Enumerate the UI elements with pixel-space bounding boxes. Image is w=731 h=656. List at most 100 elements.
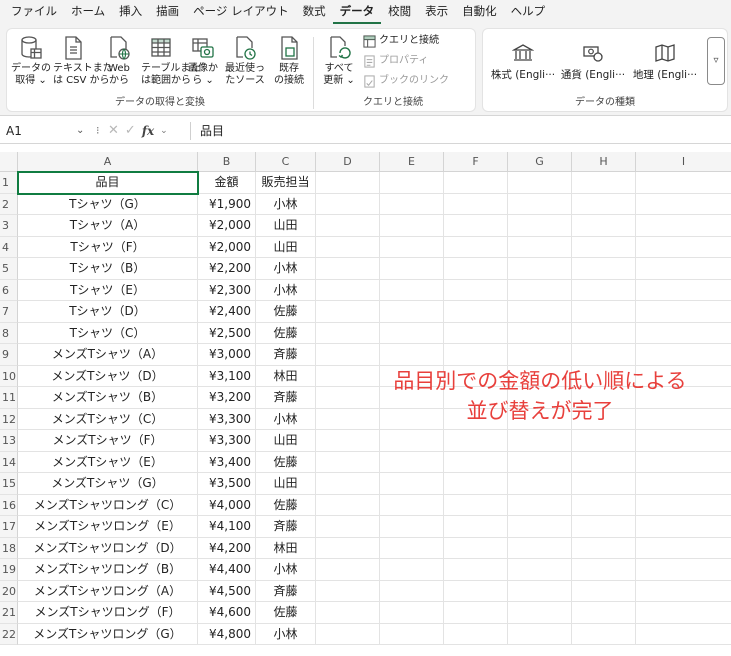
- table-cell[interactable]: [380, 623, 444, 645]
- table-cell[interactable]: 佐藤: [256, 451, 316, 473]
- table-cell[interactable]: [444, 516, 508, 538]
- column-header-F[interactable]: F: [444, 152, 508, 172]
- tab-5[interactable]: 数式: [296, 0, 333, 24]
- table-cell[interactable]: [636, 323, 731, 344]
- tab-9[interactable]: 自動化: [455, 0, 504, 24]
- table-cell[interactable]: [636, 430, 731, 452]
- table-cell[interactable]: [508, 580, 572, 602]
- insert-function-icon[interactable]: fx: [142, 121, 154, 141]
- table-cell[interactable]: [508, 623, 572, 645]
- column-header-E[interactable]: E: [380, 152, 444, 172]
- table-cell[interactable]: [636, 452, 731, 473]
- table-cell[interactable]: 佐藤: [256, 602, 316, 624]
- table-cell[interactable]: [444, 537, 508, 559]
- table-cell[interactable]: [444, 279, 508, 301]
- table-cell[interactable]: Tシャツ（G）: [18, 193, 198, 215]
- table-cell[interactable]: [508, 301, 572, 323]
- table-cell[interactable]: [444, 215, 508, 237]
- table-cell[interactable]: Tシャツ（D）: [18, 301, 198, 323]
- row-header-19[interactable]: 19: [0, 559, 18, 581]
- table-cell[interactable]: メンズTシャツロング（B）: [18, 559, 198, 581]
- table-cell[interactable]: [380, 473, 444, 495]
- table-cell[interactable]: [508, 322, 572, 344]
- table-cell[interactable]: [508, 494, 572, 516]
- table-cell[interactable]: メンズTシャツロング（E）: [18, 516, 198, 538]
- column-header-I[interactable]: I: [636, 152, 731, 172]
- table-cell[interactable]: [508, 537, 572, 559]
- table-cell[interactable]: [316, 473, 380, 495]
- table-cell[interactable]: メンズTシャツ（B）: [18, 387, 198, 409]
- row-header-21[interactable]: 21: [0, 602, 18, 624]
- table-cell[interactable]: ¥3,200: [198, 387, 256, 409]
- row-header-17[interactable]: 17: [0, 516, 18, 538]
- table-cell[interactable]: [572, 623, 636, 645]
- table-cell[interactable]: [444, 258, 508, 280]
- table-cell[interactable]: [444, 344, 508, 366]
- header-cell[interactable]: [444, 172, 508, 194]
- table-cell[interactable]: [444, 451, 508, 473]
- table-cell[interactable]: ¥2,200: [198, 258, 256, 280]
- table-cell[interactable]: 小林: [256, 279, 316, 301]
- table-cell[interactable]: [636, 581, 731, 602]
- header-cell[interactable]: [316, 172, 380, 194]
- row-header-9[interactable]: 9: [0, 344, 18, 366]
- table-cell[interactable]: [572, 494, 636, 516]
- column-header-H[interactable]: H: [572, 152, 636, 172]
- table-cell[interactable]: [508, 193, 572, 215]
- data-type-1[interactable]: 通貨 (Engli···: [557, 43, 629, 82]
- column-header-G[interactable]: G: [508, 152, 572, 172]
- row-header-14[interactable]: 14: [0, 451, 18, 473]
- row-header-18[interactable]: 18: [0, 537, 18, 559]
- row-header-4[interactable]: 4: [0, 236, 18, 258]
- queries-item-2[interactable]: ブックのリンク: [363, 72, 449, 90]
- table-cell[interactable]: 小林: [256, 193, 316, 215]
- table-cell[interactable]: [316, 516, 380, 538]
- header-cell[interactable]: 販売担当: [256, 172, 316, 194]
- table-cell[interactable]: メンズTシャツロング（C）: [18, 494, 198, 516]
- row-header-12[interactable]: 12: [0, 408, 18, 430]
- table-cell[interactable]: 佐藤: [256, 301, 316, 323]
- table-cell[interactable]: [444, 602, 508, 624]
- table-cell[interactable]: [316, 258, 380, 280]
- table-cell[interactable]: [316, 494, 380, 516]
- enter-icon[interactable]: ✓: [125, 121, 136, 141]
- table-cell[interactable]: [572, 451, 636, 473]
- table-cell[interactable]: [316, 236, 380, 258]
- column-header-B[interactable]: B: [198, 152, 256, 172]
- table-cell[interactable]: [444, 236, 508, 258]
- table-cell[interactable]: [444, 322, 508, 344]
- table-cell[interactable]: 斉藤: [256, 344, 316, 366]
- data-type-0[interactable]: 株式 (Engli···: [487, 43, 559, 82]
- table-cell[interactable]: ¥3,500: [198, 473, 256, 495]
- table-cell[interactable]: [572, 193, 636, 215]
- table-cell[interactable]: [508, 215, 572, 237]
- table-cell[interactable]: [572, 580, 636, 602]
- table-cell[interactable]: [316, 451, 380, 473]
- formula-content[interactable]: 品目: [200, 121, 224, 141]
- table-cell[interactable]: 佐藤: [256, 494, 316, 516]
- tab-7[interactable]: 校閲: [381, 0, 418, 24]
- queries-item-0[interactable]: クエリと接続: [363, 32, 439, 50]
- row-header-5[interactable]: 5: [0, 258, 18, 280]
- row-header-10[interactable]: 10: [0, 365, 18, 387]
- table-cell[interactable]: [636, 194, 731, 215]
- table-cell[interactable]: ¥3,100: [198, 365, 256, 387]
- table-cell[interactable]: 林田: [256, 365, 316, 387]
- header-cell[interactable]: [380, 172, 444, 194]
- table-cell[interactable]: [444, 559, 508, 581]
- tab-4[interactable]: ページ レイアウト: [186, 0, 295, 24]
- table-cell[interactable]: [380, 215, 444, 237]
- formula-bar-options-icon[interactable]: ⁝: [96, 121, 100, 141]
- header-cell[interactable]: [572, 172, 636, 194]
- table-cell[interactable]: [572, 602, 636, 624]
- table-cell[interactable]: [508, 473, 572, 495]
- table-cell[interactable]: メンズTシャツ（D）: [18, 365, 198, 387]
- table-cell[interactable]: [636, 624, 731, 645]
- refresh-all-button[interactable]: すべて 更新 ⌄: [319, 35, 359, 87]
- get-transform-button-4[interactable]: 画像から ⌄: [183, 35, 223, 87]
- table-cell[interactable]: [316, 301, 380, 323]
- table-cell[interactable]: ¥4,600: [198, 602, 256, 624]
- table-cell[interactable]: [636, 495, 731, 516]
- table-cell[interactable]: ¥4,400: [198, 559, 256, 581]
- table-cell[interactable]: [380, 258, 444, 280]
